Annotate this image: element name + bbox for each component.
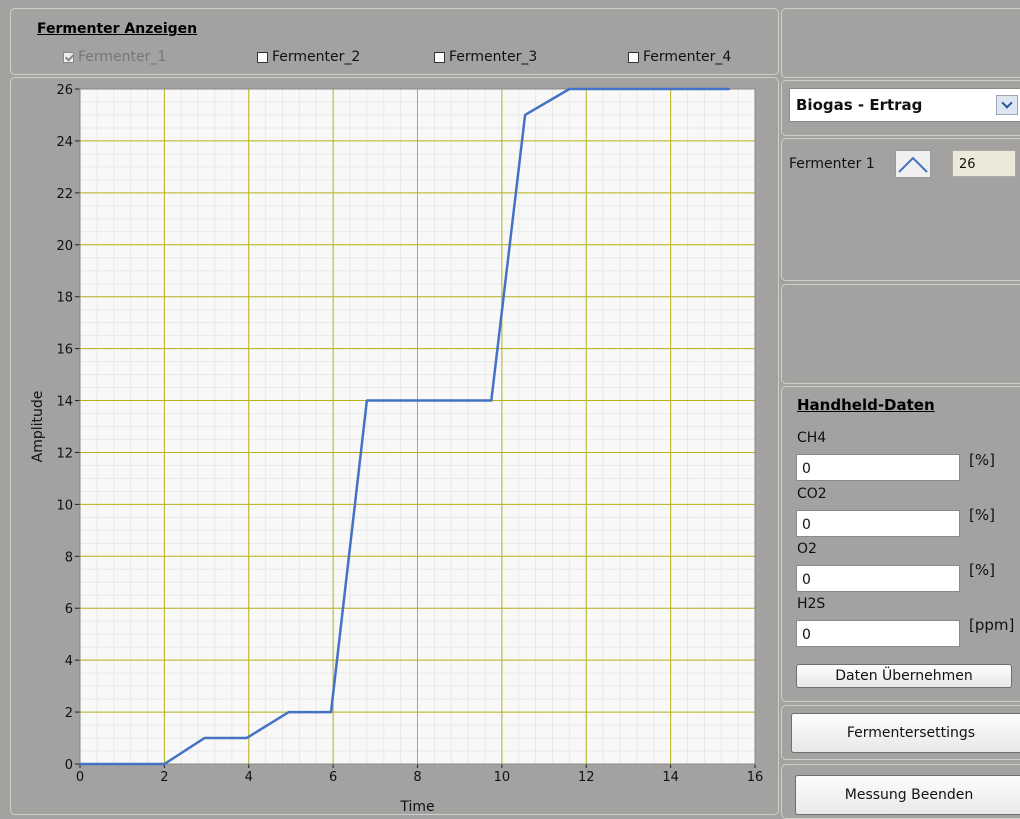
x-tick-label: 8 [413, 770, 421, 785]
legend-series-label: Fermenter 1 [789, 156, 875, 172]
o2-input[interactable]: 0 [796, 565, 960, 592]
x-tick-label: 12 [578, 770, 595, 785]
x-tick-label: 4 [245, 770, 253, 785]
y-tick-label: 0 [65, 758, 73, 773]
x-tick-label: 6 [329, 770, 337, 785]
x-tick-label: 0 [76, 770, 84, 785]
y-tick-label: 20 [56, 239, 73, 254]
fermenter-settings-button[interactable]: Fermentersettings [791, 713, 1020, 753]
h2s-input[interactable]: 0 [796, 620, 960, 647]
handheld-title: Handheld-Daten [797, 396, 935, 414]
y-tick-label: 12 [56, 446, 73, 461]
co2-unit: [%] [969, 506, 995, 524]
view-select-dropdown[interactable]: Biogas - Ertrag [789, 88, 1020, 122]
x-axis-label: Time [399, 799, 434, 815]
o2-unit: [%] [969, 561, 995, 579]
x-tick-label: 10 [494, 770, 511, 785]
y-tick-label: 10 [56, 498, 73, 513]
apply-data-button[interactable]: Daten Übernehmen [796, 664, 1012, 688]
y-tick-label: 26 [56, 83, 73, 98]
ch4-label: CH4 [797, 430, 827, 446]
y-tick-label: 6 [65, 602, 73, 617]
ch4-unit: [%] [969, 451, 995, 469]
chevron-down-icon[interactable] [996, 95, 1018, 115]
y-axis-label: Amplitude [30, 391, 46, 463]
o2-label: O2 [797, 541, 817, 557]
stop-measurement-button[interactable]: Messung Beenden [795, 775, 1020, 815]
empty-panel [781, 284, 1020, 384]
biogas-chart: 0 2 4 6 8 10 12 14 1602468101214161820222426Time… [30, 83, 764, 815]
ch4-input[interactable]: 0 [796, 454, 960, 481]
h2s-label: H2S [797, 596, 826, 612]
y-tick-label: 14 [56, 395, 73, 410]
co2-input[interactable]: 0 [796, 510, 960, 537]
x-tick-label: 2 [160, 770, 168, 785]
y-tick-label: 8 [65, 550, 73, 565]
x-tick-label: 16 [747, 770, 764, 785]
co2-label: CO2 [797, 486, 827, 502]
y-tick-label: 24 [56, 135, 73, 150]
y-tick-label: 22 [56, 187, 73, 202]
right-top-panel [781, 8, 1020, 78]
y-tick-label: 4 [65, 654, 73, 669]
x-tick-label: 14 [662, 770, 679, 785]
series-line-icon [895, 150, 931, 178]
h2s-unit: [ppm] [969, 616, 1015, 634]
y-tick-label: 18 [56, 291, 73, 306]
legend-value-display: 26 [952, 150, 1016, 177]
y-tick-label: 2 [65, 706, 73, 721]
y-tick-label: 16 [56, 343, 73, 358]
